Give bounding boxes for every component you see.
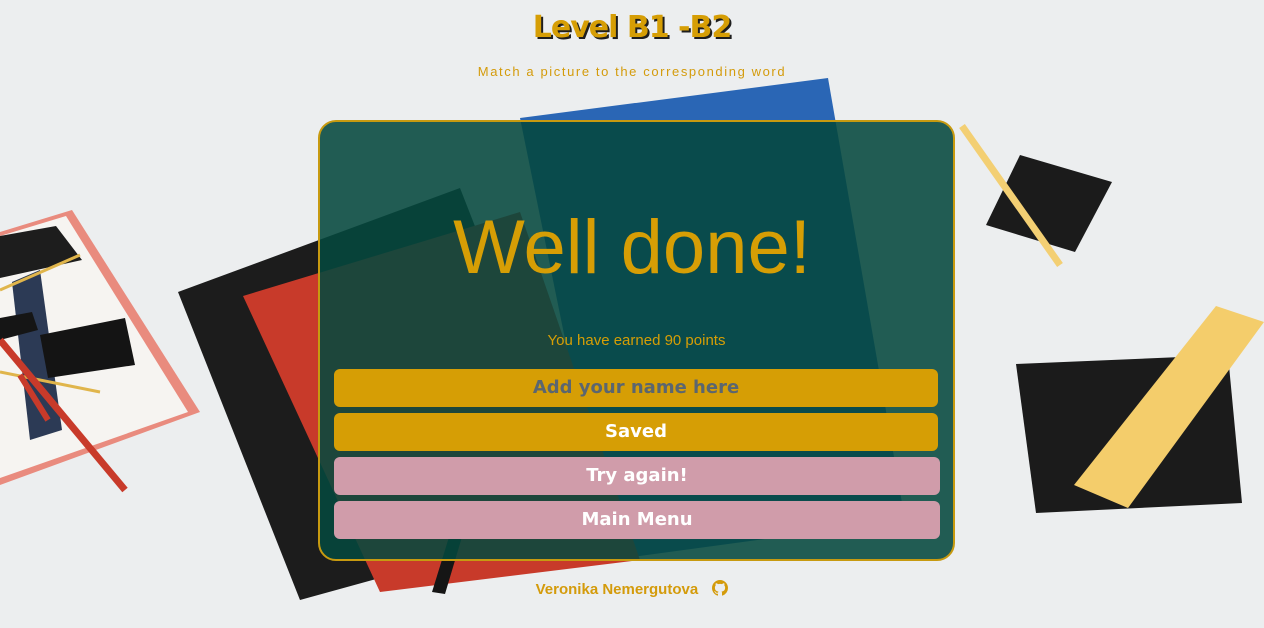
try-again-button[interactable]: Try again! xyxy=(334,457,940,495)
name-input[interactable] xyxy=(334,369,938,407)
author-name: Veronika Nemergutova xyxy=(535,581,699,598)
points-text: You have earned 90 points xyxy=(547,332,726,349)
main-menu-button[interactable]: Main Menu xyxy=(334,501,940,539)
github-icon[interactable] xyxy=(712,580,729,596)
page-subtitle: Match a picture to the corresponding wor… xyxy=(477,64,787,79)
saved-button[interactable]: Saved xyxy=(334,413,938,451)
result-heading: Well done! xyxy=(453,205,811,290)
page-title: Level B1 -B2 xyxy=(532,10,732,45)
footer: Veronika Nemergutova xyxy=(0,580,1264,598)
